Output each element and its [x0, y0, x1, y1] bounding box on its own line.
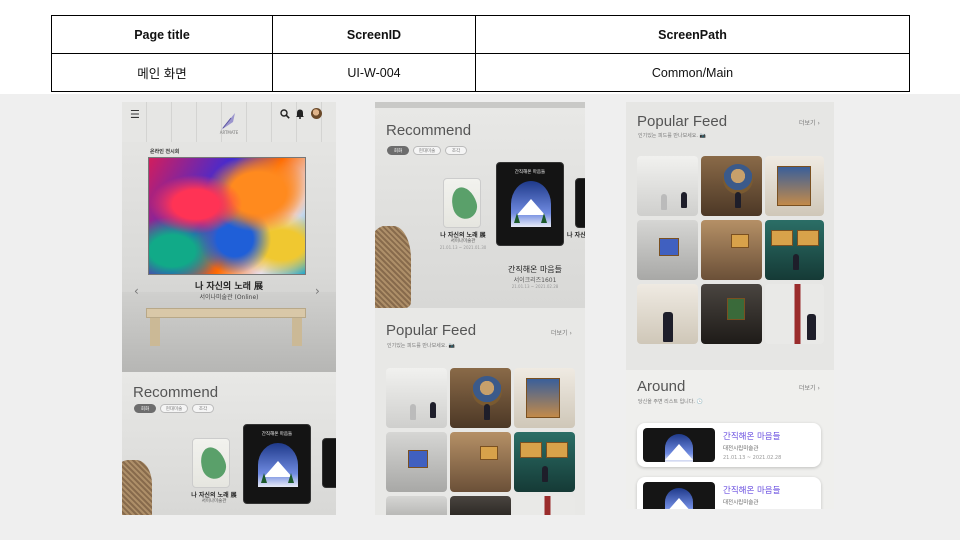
avatar[interactable] [311, 108, 322, 119]
poster-date: 21.01.13 ~ 2021.01.30 [439, 245, 487, 250]
poster-name-large: 간직해온 마음들 [507, 265, 563, 274]
around-card[interactable]: 간직해온 마음들 대전시립미술관 21.01.13 ~ 2021.02.28 [637, 423, 821, 467]
feed-item[interactable] [701, 156, 762, 216]
popular-feed-section: Popular Feed 인기있는 피드를 만나보세요. 📷 더보기 › [375, 308, 585, 515]
feed-title: Popular Feed [386, 322, 477, 339]
poster-my-song[interactable] [443, 178, 481, 228]
chip-painting[interactable]: 회화 [134, 404, 156, 413]
value-page-title: 메인 화면 [51, 53, 273, 92]
poster-partial[interactable] [575, 178, 585, 228]
chair-decoration [375, 226, 411, 308]
bell-icon[interactable] [295, 108, 305, 119]
menu-icon[interactable]: ☰ [130, 108, 140, 121]
poster-cherished-hearts[interactable]: 간직해온 마음들 [243, 424, 311, 504]
around-card-name: 간직해온 마음들 [723, 486, 781, 496]
feed-item[interactable] [765, 156, 824, 216]
feed-item[interactable] [514, 496, 575, 515]
around-card-name: 간직해온 마음들 [723, 432, 781, 442]
exhibit-title: 나 자신의 노래 展 [194, 282, 264, 292]
poster-partial[interactable] [322, 438, 336, 488]
poster-venue-large: 서이크리즈1601 [513, 277, 557, 284]
poster-title: 간직해온 마음들 [514, 170, 546, 175]
exhibit-venue: 서이나미술관 (Online) [199, 294, 259, 301]
around-section: Around 당신을 주변 리스트 입니다. 🕓 더보기 › 간직해온 마음들 … [626, 370, 834, 509]
recommend-section: Recommend 회화 현대미술 조각 나 자신의 노래 展 서이나미술관 간… [122, 372, 336, 515]
featured-painting[interactable] [148, 157, 306, 275]
leaf-artwork [447, 184, 480, 222]
feed-subtitle: 인기있는 피드를 만나보세요. 📷 [638, 133, 706, 139]
around-card-date: 21.01.13 ~ 2021.02.28 [723, 455, 782, 461]
artmate-logo-icon [221, 113, 235, 130]
feed-item[interactable] [386, 368, 447, 428]
feed-item[interactable] [765, 284, 824, 344]
poster-venue: 서이나미술관 [201, 499, 227, 504]
poster-date-large: 21.01.13 ~ 2021.02.28 [511, 284, 559, 289]
chip-sculpture[interactable]: 조각 [445, 146, 467, 155]
feed-item[interactable] [637, 220, 698, 280]
value-screen-path: Common/Main [475, 53, 910, 92]
poster-cherished-hearts[interactable]: 간직해온 마음들 [496, 162, 564, 246]
around-thumbnail [643, 482, 715, 509]
header-screen-id: ScreenID [272, 15, 476, 54]
around-card[interactable]: 간직해온 마음들 대전시립미술관 [637, 477, 821, 509]
popular-feed-section: Popular Feed 인기있는 피드를 만나보세요. 📷 더보기 › [626, 102, 834, 370]
chip-painting[interactable]: 회화 [387, 146, 409, 155]
feed-subtitle: 인기있는 피드를 만나보세요. 📷 [387, 343, 455, 349]
recommend-section: Recommend 회화 현대미술 조각 나 자신의 노래 展 서이나미술관 2… [375, 108, 585, 308]
chip-sculpture[interactable]: 조각 [192, 404, 214, 413]
header-screen-path: ScreenPath [475, 15, 910, 54]
poster-title: 간직해온 마음들 [261, 432, 293, 437]
feed-item[interactable] [450, 496, 511, 515]
feed-item[interactable] [637, 156, 698, 216]
leaf-artwork [196, 444, 229, 482]
online-exhibition-label: 온라인 전시회 [150, 149, 180, 155]
around-title: Around [637, 378, 686, 395]
feed-item[interactable] [450, 368, 511, 428]
feed-item[interactable] [701, 284, 762, 344]
feed-item[interactable] [514, 432, 575, 492]
search-icon[interactable] [280, 109, 290, 119]
around-subtitle: 당신을 주변 리스트 입니다. 🕓 [638, 399, 703, 405]
poster-venue: 서이나미술관 [450, 239, 476, 244]
more-link[interactable]: 더보기 › [799, 118, 820, 127]
spec-table: Page title ScreenID ScreenPath 메인 화면 UI-… [51, 15, 910, 92]
phone-screen-main-top: ☰ ARTMATE 온라인 전시회 ‹ › 나 자신의 노래 展 서이나미술관 … [122, 102, 336, 515]
feed-title: Popular Feed [637, 113, 728, 130]
recommend-title: Recommend [386, 122, 472, 139]
more-link[interactable]: 더보기 › [551, 328, 572, 337]
poster-name-partial: 나 자신 [567, 232, 585, 239]
feed-item[interactable] [386, 432, 447, 492]
feed-item[interactable] [450, 432, 511, 492]
phone-screen-main-middle: Recommend 회화 현대미술 조각 나 자신의 노래 展 서이나미술관 2… [375, 102, 585, 515]
poster-my-song[interactable] [192, 438, 230, 488]
feed-item[interactable] [386, 496, 447, 515]
feed-item[interactable] [701, 220, 762, 280]
chip-modern-art[interactable]: 현대미술 [160, 404, 188, 413]
around-card-venue: 대전시립미술관 [723, 446, 759, 452]
logo-text: ARTMATE [219, 130, 239, 135]
around-more-link[interactable]: 더보기 › [799, 383, 820, 392]
feed-item[interactable] [765, 220, 824, 280]
around-card-venue: 대전시립미술관 [723, 500, 759, 506]
chip-modern-art[interactable]: 현대미술 [413, 146, 441, 155]
header-page-title: Page title [51, 15, 273, 54]
chair-decoration [122, 460, 152, 515]
phone-screen-main-bottom: Popular Feed 인기있는 피드를 만나보세요. 📷 더보기 › Aro… [626, 102, 834, 509]
value-screen-id: UI-W-004 [272, 53, 476, 92]
around-thumbnail [643, 428, 715, 462]
feed-item[interactable] [514, 368, 575, 428]
gallery-bench [146, 308, 306, 348]
feed-item[interactable] [637, 284, 698, 344]
recommend-title: Recommend [133, 384, 219, 401]
